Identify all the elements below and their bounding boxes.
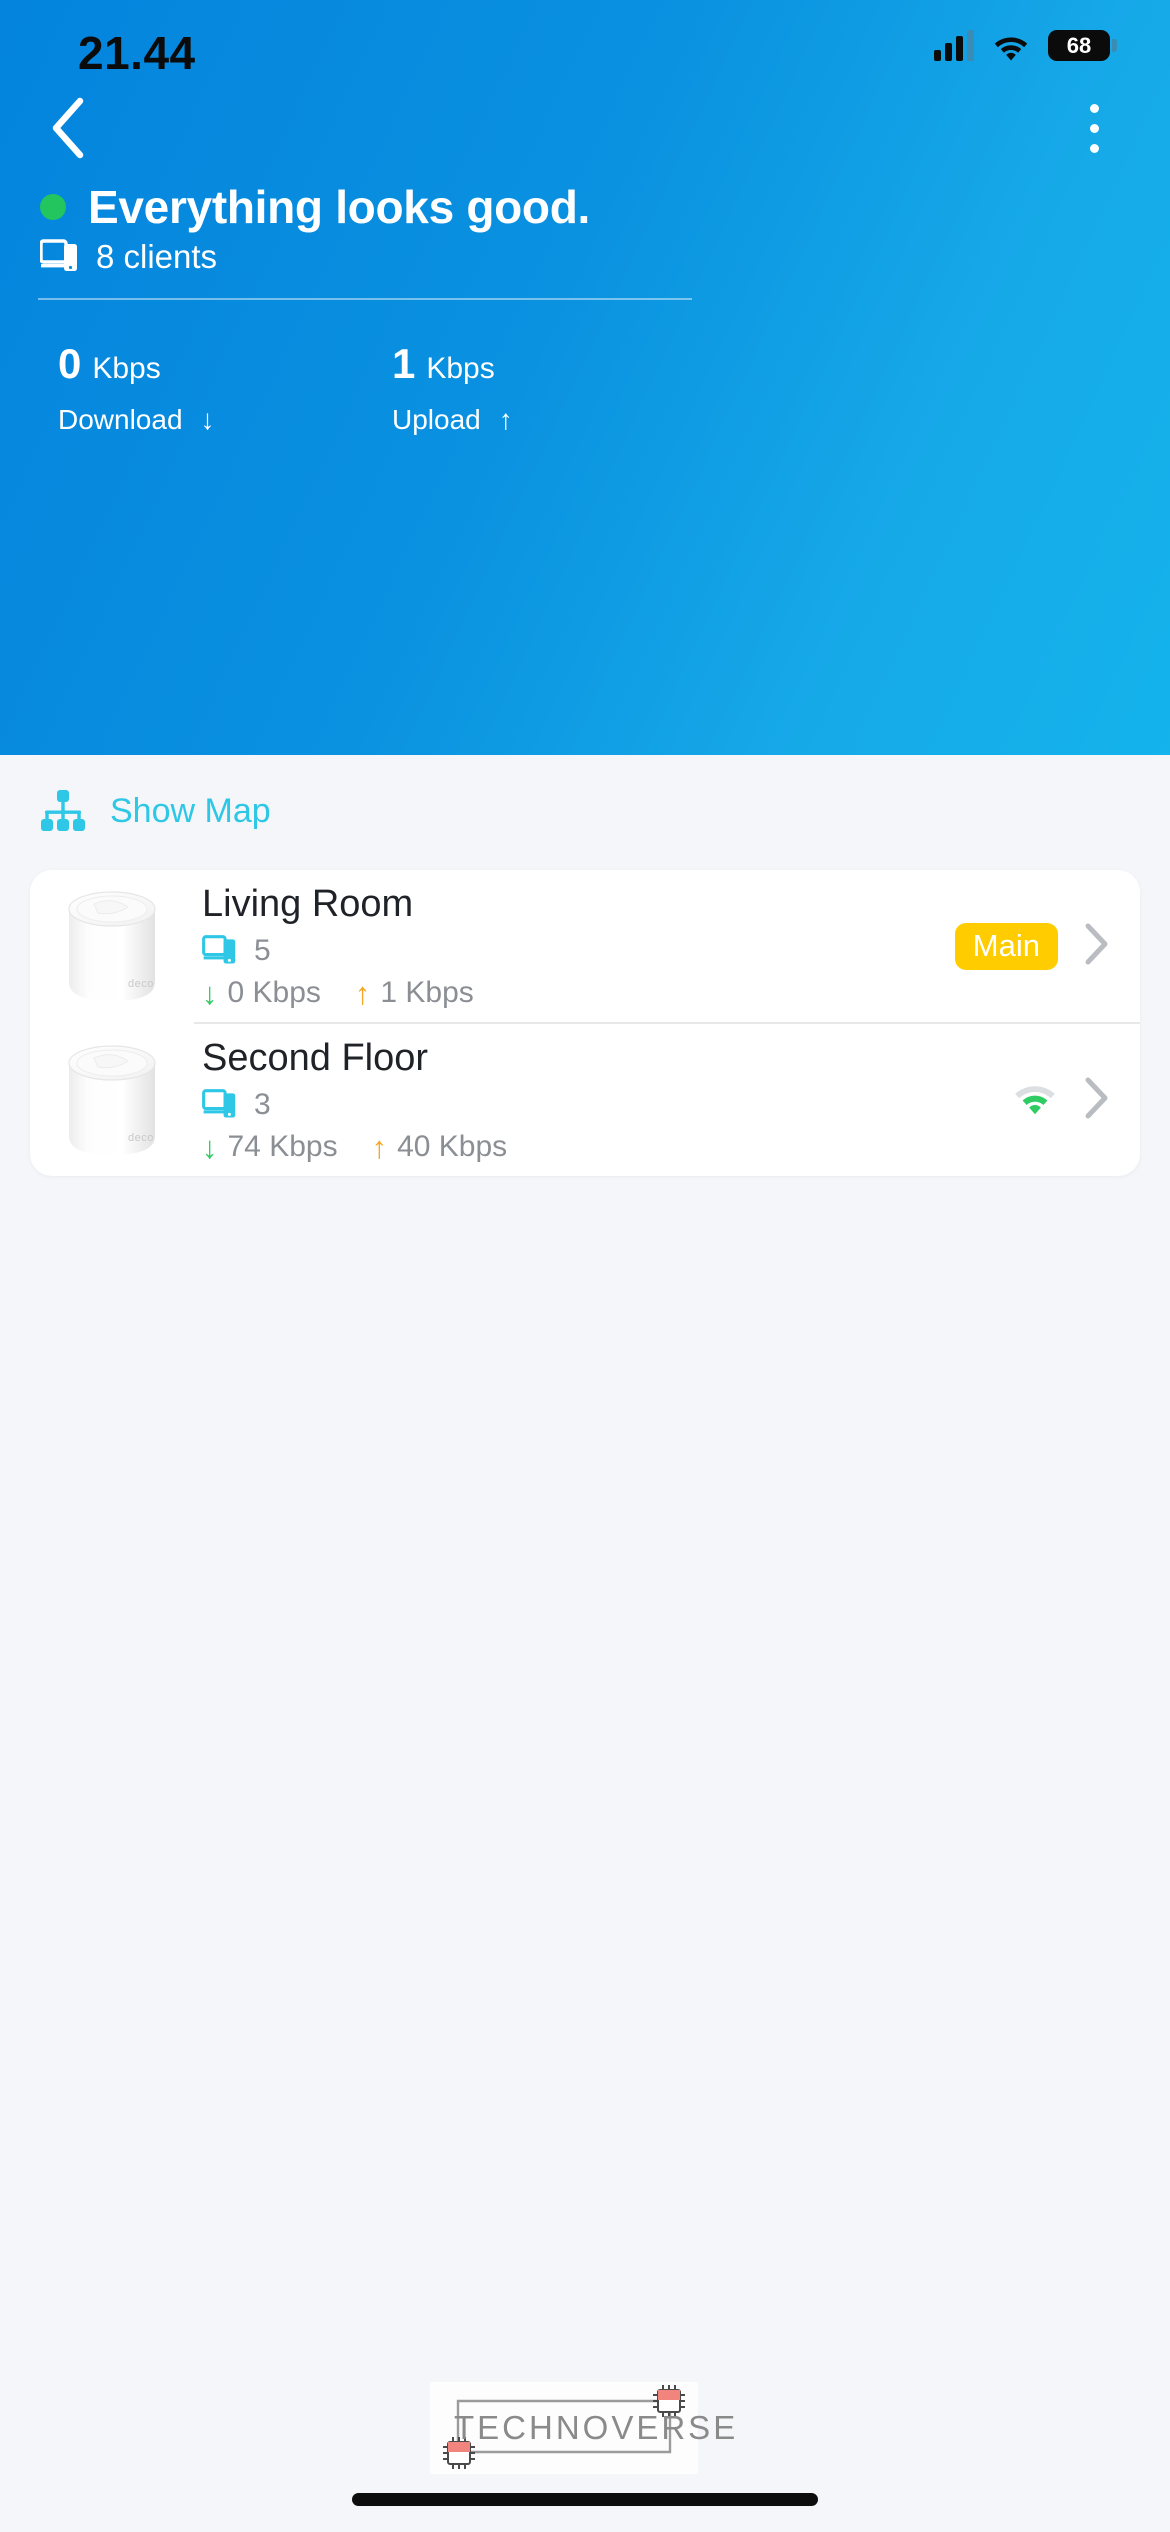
show-map-button[interactable]: Show Map bbox=[40, 790, 271, 832]
download-speed-block: 0 Kbps Download ↓ bbox=[58, 340, 215, 436]
device-upload: ↑ 1 Kbps bbox=[355, 976, 474, 1010]
more-vertical-icon-dot bbox=[1089, 123, 1099, 133]
device-row-trailing: Main bbox=[954, 922, 1110, 971]
watermark: TECHNOVERSE bbox=[430, 2382, 735, 2474]
device-info: Living Room 5 ↓ 0 Kbps ↑ 1 Kbps bbox=[194, 882, 955, 1011]
device-speeds: ↓ 74 Kbps ↑ 40 Kbps bbox=[202, 1130, 1012, 1164]
more-vertical-icon-dot bbox=[1089, 103, 1099, 113]
download-speed-unit: Kbps bbox=[92, 352, 161, 385]
page-title: Everything looks good. bbox=[88, 181, 591, 233]
back-button[interactable] bbox=[32, 92, 104, 164]
device-download-value: 0 Kbps bbox=[227, 976, 321, 1010]
wifi-icon bbox=[992, 31, 1030, 61]
chevron-right-icon[interactable] bbox=[1084, 1076, 1110, 1125]
arrow-up-icon: ↑ bbox=[371, 1129, 388, 1165]
device-row-trailing bbox=[1012, 1076, 1110, 1125]
device-clients-count: 3 bbox=[254, 1088, 271, 1122]
home-indicator[interactable] bbox=[352, 2493, 818, 2506]
cellular-signal-icon bbox=[934, 29, 974, 61]
upload-speed-block: 1 Kbps Upload ↑ bbox=[392, 340, 513, 436]
clients-summary[interactable]: 8 clients bbox=[40, 238, 217, 276]
download-speed-value: 0 bbox=[58, 340, 82, 387]
device-download: ↓ 74 Kbps bbox=[202, 1130, 338, 1164]
status-bar-indicators: 68 bbox=[934, 29, 1117, 61]
device-name: Second Floor bbox=[202, 1036, 429, 1079]
upload-label: Upload bbox=[392, 404, 481, 435]
device-download-value: 74 Kbps bbox=[227, 1130, 338, 1164]
device-list-card: deco Living Room 5 ↓ 0 Kbps ↑ 1 Kbps Mai… bbox=[30, 870, 1140, 1176]
arrow-down-icon: ↓ bbox=[202, 975, 218, 1011]
device-clients: 5 bbox=[202, 934, 955, 968]
device-clients-count: 5 bbox=[254, 934, 271, 968]
device-row-second-floor[interactable]: deco Second Floor 3 ↓ 74 Kbps ↑ 40 Kbps bbox=[30, 1024, 1140, 1176]
upload-speed-value: 1 bbox=[392, 340, 416, 387]
arrow-down-icon: ↓ bbox=[202, 1129, 218, 1165]
device-download: ↓ 0 Kbps bbox=[202, 976, 321, 1010]
deco-router-icon: deco bbox=[30, 1037, 194, 1163]
network-topology-icon bbox=[41, 790, 85, 831]
devices-icon bbox=[40, 239, 77, 271]
device-clients: 3 bbox=[202, 1088, 1012, 1122]
watermark-text: TECHNOVERSE bbox=[454, 2409, 739, 2446]
status-badge: Main bbox=[954, 922, 1058, 970]
svg-text:deco: deco bbox=[128, 978, 154, 990]
status-bar: 21.44 68 bbox=[0, 0, 1170, 110]
svg-text:deco: deco bbox=[128, 1132, 154, 1144]
arrow-down-icon: ↓ bbox=[200, 404, 215, 435]
chevron-right-icon[interactable] bbox=[1084, 922, 1110, 971]
upload-speed-unit: Kbps bbox=[426, 352, 495, 385]
more-vertical-icon-dot bbox=[1089, 143, 1099, 153]
device-row-living-room[interactable]: deco Living Room 5 ↓ 0 Kbps ↑ 1 Kbps Mai… bbox=[30, 870, 1140, 1022]
device-upload-value: 1 Kbps bbox=[380, 976, 474, 1010]
chevron-left-icon bbox=[52, 97, 84, 159]
arrow-up-icon: ↑ bbox=[498, 404, 513, 435]
device-upload-value: 40 Kbps bbox=[397, 1130, 508, 1164]
network-status: Everything looks good. bbox=[40, 180, 590, 234]
devices-icon bbox=[202, 935, 236, 964]
device-info: Second Floor 3 ↓ 74 Kbps ↑ 40 Kbps bbox=[194, 1036, 1012, 1165]
status-dot-icon bbox=[40, 194, 66, 220]
device-speeds: ↓ 0 Kbps ↑ 1 Kbps bbox=[202, 976, 955, 1010]
wifi-signal-icon bbox=[1012, 1080, 1058, 1121]
header-divider bbox=[38, 298, 692, 300]
devices-icon bbox=[202, 1089, 236, 1118]
deco-router-icon: deco bbox=[30, 883, 194, 1009]
device-upload: ↑ 40 Kbps bbox=[372, 1130, 508, 1164]
battery-icon: 68 bbox=[1048, 30, 1117, 61]
battery-level: 68 bbox=[1066, 32, 1092, 58]
status-bar-clock: 21.44 bbox=[78, 27, 196, 79]
device-name: Living Room bbox=[202, 882, 414, 925]
download-label: Download bbox=[58, 404, 183, 435]
show-map-label: Show Map bbox=[110, 791, 271, 830]
clients-count-label: 8 clients bbox=[96, 238, 218, 275]
overflow-menu-button[interactable] bbox=[1062, 92, 1126, 164]
arrow-up-icon: ↑ bbox=[354, 975, 371, 1011]
app-header: 21.44 68 Everything looks good. 8 client… bbox=[0, 0, 1170, 755]
